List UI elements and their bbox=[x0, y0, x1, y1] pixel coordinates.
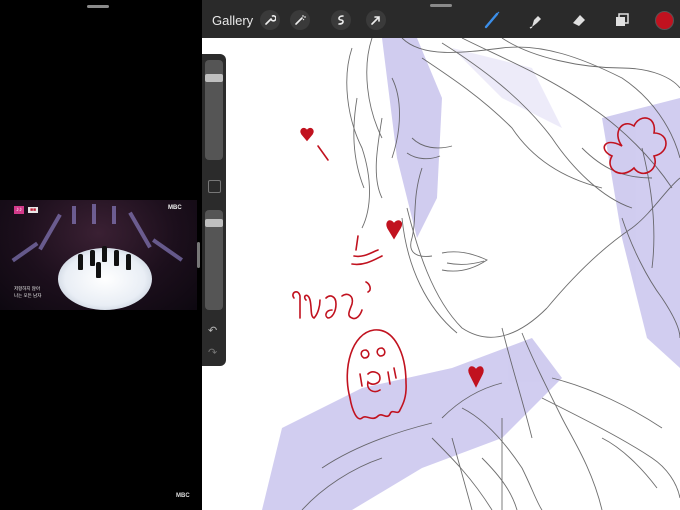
eraser-icon[interactable] bbox=[569, 10, 589, 30]
stage-light bbox=[11, 241, 39, 263]
lavender-shading bbox=[262, 38, 680, 510]
transform-arrow-icon[interactable] bbox=[366, 10, 386, 30]
multitasking-handle[interactable] bbox=[87, 5, 109, 8]
show-badge: ■■ bbox=[28, 207, 39, 213]
wrench-icon[interactable] bbox=[260, 10, 280, 30]
dancer-silhouette bbox=[96, 262, 101, 278]
opacity-handle[interactable] bbox=[205, 219, 223, 227]
stage-light bbox=[72, 206, 76, 224]
brush-icon[interactable] bbox=[482, 10, 502, 30]
video-subtitle: 나는 모든 남자 bbox=[14, 293, 42, 298]
redo-icon[interactable]: ↷ bbox=[208, 346, 217, 359]
video-subtitle: 저항하지 않아 bbox=[14, 286, 41, 291]
brush-sidebar: ↶ ↷ bbox=[202, 54, 226, 366]
app-toolbar: Gallery bbox=[202, 0, 680, 38]
selection-icon[interactable] bbox=[331, 10, 351, 30]
multitasking-handle[interactable] bbox=[430, 4, 452, 7]
stage-light bbox=[112, 206, 116, 224]
dancer-silhouette bbox=[126, 254, 131, 270]
video-player[interactable]: ♪♪ ■■ MBC 저항하지 않아 나는 모든 남자 bbox=[0, 200, 197, 310]
undo-icon[interactable]: ↶ bbox=[208, 324, 217, 337]
dancer-silhouette bbox=[90, 250, 95, 266]
stage-light bbox=[128, 211, 152, 249]
corner-broadcaster-logo: MBC bbox=[176, 493, 190, 499]
eyedropper-square-button[interactable] bbox=[208, 180, 221, 193]
opacity-slider[interactable] bbox=[205, 210, 223, 310]
dancer-silhouette bbox=[102, 246, 107, 262]
smudge-icon[interactable] bbox=[526, 10, 546, 30]
dancer-silhouette bbox=[114, 250, 119, 266]
brush-size-slider[interactable] bbox=[205, 60, 223, 160]
stage-light bbox=[152, 238, 183, 262]
brush-size-handle[interactable] bbox=[205, 74, 223, 82]
split-view-left-pane: ♪♪ ■■ MBC 저항하지 않아 나는 모든 남자 MBC bbox=[0, 0, 201, 510]
sketch-artwork bbox=[262, 38, 680, 510]
layers-icon[interactable] bbox=[612, 10, 632, 30]
stage-light bbox=[92, 204, 96, 224]
current-color-swatch[interactable] bbox=[654, 10, 674, 30]
broadcaster-logo: MBC bbox=[168, 205, 182, 211]
stage-light bbox=[38, 213, 62, 251]
gallery-button[interactable]: Gallery bbox=[212, 13, 253, 28]
split-divider-handle[interactable] bbox=[197, 242, 200, 268]
dancer-silhouette bbox=[78, 254, 83, 270]
drawing-canvas[interactable] bbox=[202, 38, 680, 510]
show-logo: ♪♪ bbox=[14, 206, 24, 214]
red-ink-doodles bbox=[292, 117, 667, 420]
color-swatch-icon[interactable] bbox=[654, 10, 674, 30]
magic-wand-icon[interactable] bbox=[290, 10, 310, 30]
